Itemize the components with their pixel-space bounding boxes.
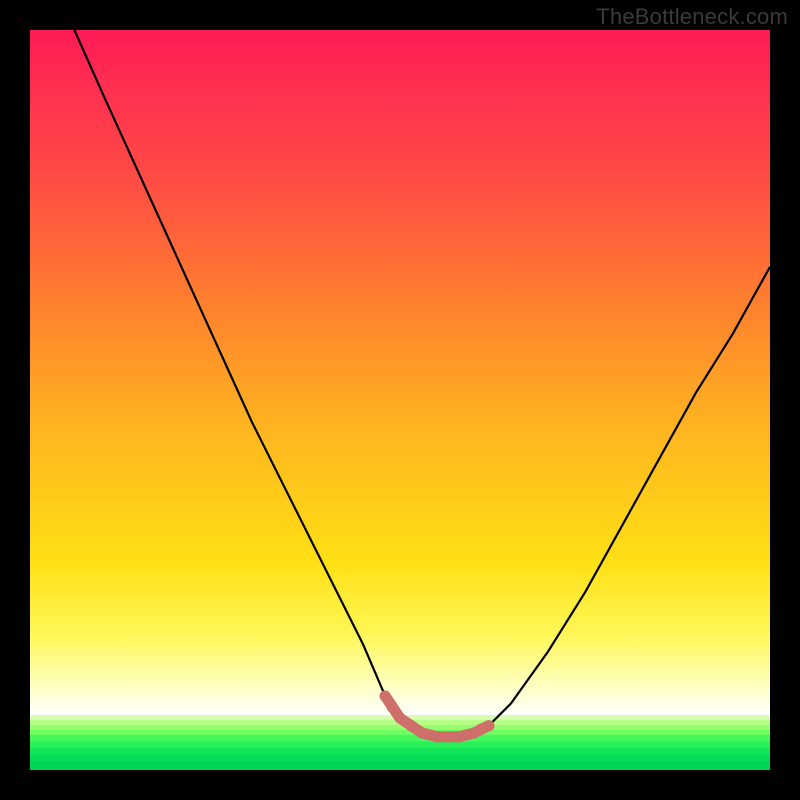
highlight-dots [380, 691, 495, 743]
curve-layer [30, 30, 770, 770]
watermark-text: TheBottleneck.com [596, 4, 788, 30]
bottleneck-curve [74, 30, 770, 737]
chart-frame: TheBottleneck.com [0, 0, 800, 800]
plot-area [30, 30, 770, 770]
